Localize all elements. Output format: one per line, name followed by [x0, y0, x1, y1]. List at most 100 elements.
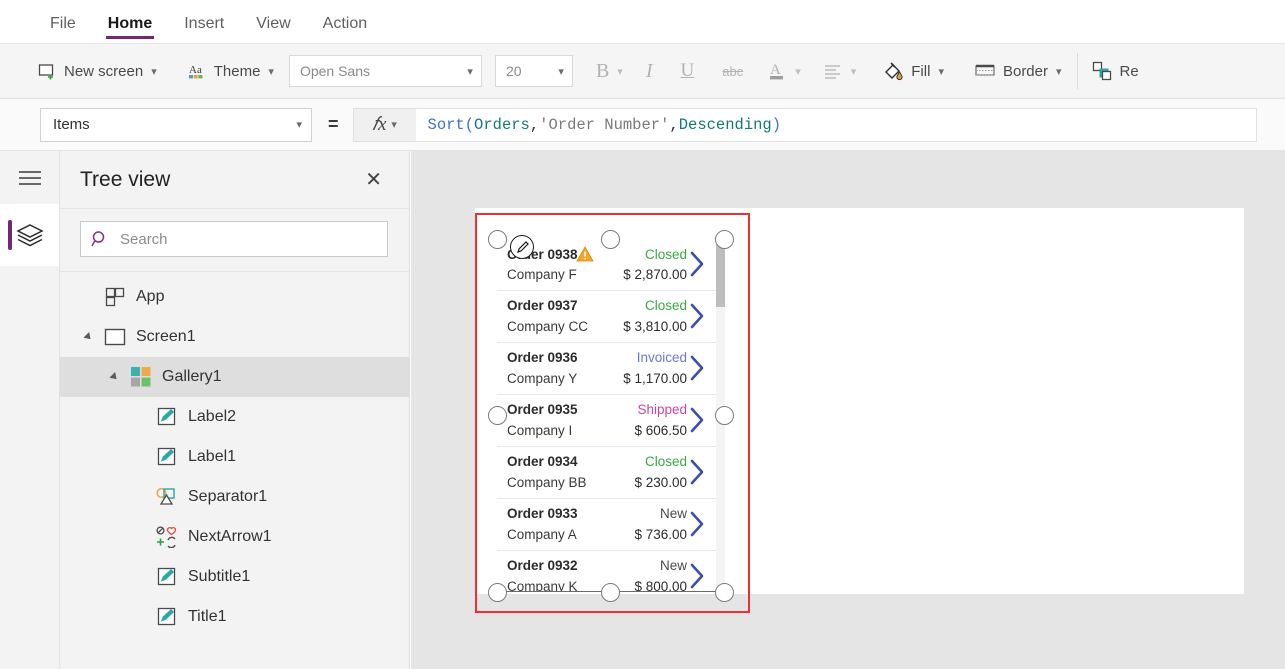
gallery-row-amount: $ 736.00: [602, 527, 687, 542]
chevron-down-icon: ▾: [938, 65, 944, 78]
fx-button[interactable]: 𝑓x ▾: [353, 108, 416, 142]
menu-item-insert[interactable]: Insert: [168, 16, 240, 43]
gallery-row-amount: $ 2,870.00: [602, 267, 687, 282]
menu-item-file[interactable]: File: [34, 16, 92, 43]
gallery-row[interactable]: Order 0934ClosedCompany BB$ 230.00: [497, 447, 725, 499]
twisty-expand-icon[interactable]: [106, 373, 120, 381]
active-indicator: [8, 220, 12, 250]
tree-node-label2[interactable]: Label2: [60, 397, 409, 437]
underline-button[interactable]: U: [667, 44, 709, 98]
fx-icon: 𝑓x: [372, 114, 386, 136]
formula-token: (: [465, 116, 474, 134]
tree-node-screen1[interactable]: Screen1: [60, 317, 409, 357]
menu-item-action[interactable]: Action: [307, 16, 383, 43]
tree-node-separator1[interactable]: Separator1: [60, 477, 409, 517]
tree-node-label: Screen1: [136, 328, 196, 346]
chevron-down-icon: ▾: [617, 65, 623, 78]
gallery-control[interactable]: Order 0938ClosedCompany F$ 2,870.00Order…: [497, 239, 725, 591]
strikethrough-button[interactable]: abc: [708, 44, 757, 98]
font-family-value: Open Sans: [300, 63, 370, 79]
theme-icon: Aa: [187, 61, 207, 81]
warning-icon: [578, 247, 594, 262]
tree-view-panel: Tree view ✕ Search AppScreen1Gallery1Lab…: [60, 151, 410, 669]
gallery-row-amount: $ 3,810.00: [602, 319, 687, 334]
gallery-row[interactable]: Order 0936InvoicedCompany Y$ 1,170.00: [497, 343, 725, 395]
next-arrow-icon[interactable]: [690, 459, 705, 485]
close-icon[interactable]: ✕: [359, 167, 388, 193]
resize-handle-bottom-center[interactable]: [601, 583, 620, 602]
bold-button[interactable]: B ▾: [587, 44, 632, 98]
menu-item-view[interactable]: View: [240, 16, 306, 43]
label-icon: [156, 447, 178, 467]
resize-handle-bottom-right[interactable]: [715, 583, 734, 602]
label-icon: [156, 607, 178, 627]
reorder-button[interactable]: Re: [1083, 44, 1147, 98]
gallery-row-subtitle: Company F: [507, 267, 602, 282]
underline-label: U: [681, 60, 695, 82]
italic-button[interactable]: I: [632, 44, 667, 98]
align-button[interactable]: ▾: [811, 44, 869, 98]
tree-node-title1[interactable]: Title1: [60, 597, 409, 637]
label-icon: [156, 407, 178, 427]
font-size-select[interactable]: 20 ▾: [495, 55, 573, 87]
layers-icon: [15, 222, 45, 248]
formula-token: ,: [530, 116, 539, 134]
font-color-button[interactable]: A ▾: [757, 44, 811, 98]
gallery-row[interactable]: Order 0933NewCompany A$ 736.00: [497, 499, 725, 551]
bold-label: B: [596, 60, 609, 83]
chevron-down-icon: ▾: [296, 118, 302, 131]
chevron-down-icon: ▾: [467, 65, 473, 78]
next-arrow-icon[interactable]: [690, 251, 705, 277]
gallery-row[interactable]: Order 0935ShippedCompany I$ 606.50: [497, 395, 725, 447]
next-arrow-icon[interactable]: [690, 303, 705, 329]
tree-node-gallery1[interactable]: Gallery1: [60, 357, 409, 397]
menu-item-home[interactable]: Home: [92, 16, 168, 43]
chevron-down-icon: ▾: [268, 65, 274, 78]
tree-node-label: Label1: [188, 448, 236, 466]
new-screen-button[interactable]: New screen ▾: [28, 44, 166, 98]
resize-handle-middle-left[interactable]: [488, 406, 507, 425]
tree-node-label1[interactable]: Label1: [60, 437, 409, 477]
resize-handle-top-right[interactable]: [715, 230, 734, 249]
next-arrow-icon[interactable]: [690, 355, 705, 381]
tree-node-list: App Screen1 Gallery1Label2 Label1 Separator1…: [60, 272, 409, 637]
resize-handle-middle-right[interactable]: [715, 406, 734, 425]
next-arrow-icon[interactable]: [690, 407, 705, 433]
tree-node-app[interactable]: App: [60, 277, 409, 317]
tree-node-label: NextArrow1: [188, 528, 272, 546]
gallery-row-title: Order 0936: [507, 350, 602, 365]
chevron-down-icon: ▾: [151, 65, 157, 78]
font-family-select[interactable]: Open Sans ▾: [289, 55, 482, 87]
reorder-label: Re: [1120, 63, 1139, 80]
formula-token: ): [772, 116, 781, 134]
gallery-row-status: New: [602, 506, 687, 521]
search-input[interactable]: Search: [80, 221, 388, 257]
font-size-value: 20: [506, 63, 522, 79]
pencil-cursor-icon: [510, 235, 534, 259]
tree-node-subtitle1[interactable]: Subtitle1: [60, 557, 409, 597]
gallery-row-subtitle: Company CC: [507, 319, 602, 334]
chevron-down-icon: ▾: [851, 65, 857, 78]
gallery-row-amount: $ 230.00: [602, 475, 687, 490]
formula-token: Descending: [679, 116, 772, 134]
resize-handle-top-left[interactable]: [488, 230, 507, 249]
next-arrow-icon[interactable]: [690, 563, 705, 589]
reorder-icon: [1091, 60, 1113, 82]
gallery-row-title: Order 0934: [507, 454, 602, 469]
tree-view-rail-button[interactable]: [0, 204, 59, 266]
tree-node-nextarrow1[interactable]: NextArrow1: [60, 517, 409, 557]
formula-token: Orders: [474, 116, 530, 134]
design-canvas[interactable]: Order 0938ClosedCompany F$ 2,870.00Order…: [411, 151, 1285, 669]
resize-handle-bottom-left[interactable]: [488, 583, 507, 602]
twisty-expand-icon[interactable]: [80, 333, 94, 341]
resize-handle-top-center[interactable]: [601, 230, 620, 249]
next-arrow-icon[interactable]: [690, 511, 705, 537]
theme-button[interactable]: Aa Theme ▾: [178, 44, 283, 98]
formula-input[interactable]: Sort( Orders, 'Order Number', Descending…: [416, 108, 1257, 142]
hamburger-menu-button[interactable]: [0, 151, 59, 204]
border-button[interactable]: Border ▾: [964, 44, 1072, 98]
gallery-scrollbar-thumb[interactable]: [716, 239, 725, 307]
property-select[interactable]: Items ▾: [40, 108, 312, 142]
fill-button[interactable]: Fill ▾: [872, 44, 954, 98]
gallery-row[interactable]: Order 0937ClosedCompany CC$ 3,810.00: [497, 291, 725, 343]
